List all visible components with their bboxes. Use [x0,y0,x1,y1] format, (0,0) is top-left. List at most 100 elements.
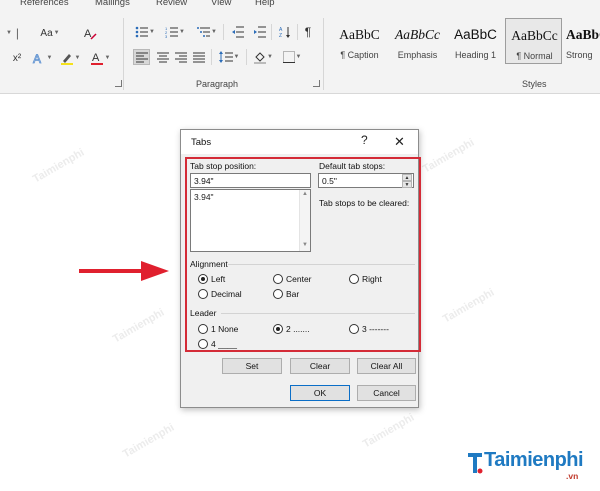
default-tab-stops-input[interactable]: 0.5" [318,173,414,188]
radio-decimal[interactable] [198,289,208,299]
sort-button[interactable]: AZ [277,24,293,40]
radio-bar[interactable] [273,289,283,299]
superscript-label: x² [12,52,22,64]
align-center-button[interactable] [154,49,171,65]
radio-leader-dots[interactable] [273,324,283,334]
scroll-down-icon[interactable]: ▼ [302,242,308,248]
radio-leader-underline[interactable] [198,339,208,349]
paragraph-group-label: Paragraph [196,79,239,89]
dialog-title: Tabs [191,137,212,148]
default-tab-stops-value: 0.5" [322,176,337,186]
radio-left[interactable] [198,274,208,284]
set-button[interactable]: Set [222,358,282,374]
style-sample: AaBbC [454,27,497,42]
radio-bar-label[interactable]: Bar [286,289,299,299]
spin-down-icon[interactable]: ▼ [402,181,412,188]
chevron-down-icon: ▼ [53,30,60,36]
radio-right-label[interactable]: Right [362,274,382,284]
default-tab-stops-label: Default tab stops: [319,161,386,171]
show-formatting-marks-button[interactable]: ¶ [302,24,314,40]
radio-leader-none[interactable] [198,324,208,334]
cancel-button[interactable]: Cancel [357,385,416,401]
taimienphi-logo: Taimienphi .vn [464,445,600,485]
radio-leader-dashes-label[interactable]: 3 ------- [362,324,389,334]
align-right-button[interactable] [172,49,189,65]
watermark: Taimienphi [360,411,417,451]
tab-view[interactable]: View [211,0,231,8]
chevron-down-icon: ▼ [179,29,185,35]
radio-leader-underline-label[interactable]: 4 ____ [211,339,237,349]
tab-stop-position-label: Tab stop position: [190,161,257,171]
clear-formatting-button[interactable]: A [81,25,99,41]
logo-mark-icon [468,453,483,474]
radio-center-label[interactable]: Center [286,274,312,284]
multilevel-list-button[interactable]: ▼ [195,24,219,40]
increase-indent-button[interactable] [251,24,267,40]
highlight-color-button[interactable]: ▼ [58,50,82,66]
font-dialog-launcher-icon[interactable] [115,80,122,87]
radio-right[interactable] [349,274,359,284]
style-caption[interactable]: AaBbC ¶ Caption [331,18,388,64]
close-icon[interactable]: ✕ [394,134,405,150]
scroll-up-icon[interactable]: ▲ [302,191,308,197]
alignment-label: Alignment [190,259,228,269]
radio-center[interactable] [273,274,283,284]
list-item[interactable]: 3.94" [194,192,214,202]
chevron-down-icon: ▼ [233,54,240,60]
divider [271,24,272,40]
watermark: Taimienphi [120,421,177,461]
font-color-icon: A [90,52,103,65]
justify-icon [192,52,205,62]
tab-stop-position-input[interactable]: 3.94" [190,173,311,188]
style-name: ¶ Caption [340,50,379,60]
default-tab-stops-spinner[interactable]: ▲ ▼ [402,174,412,188]
text-effects-button[interactable]: A ▼ [31,50,53,66]
help-icon[interactable]: ? [361,133,368,147]
radio-leader-none-label[interactable]: 1 None [211,324,238,334]
tab-review[interactable]: Review [156,0,187,8]
clear-all-button[interactable]: Clear All [357,358,416,374]
change-case-button[interactable]: Aa ▼ [38,25,62,41]
decrease-indent-button[interactable] [229,24,245,40]
style-heading-1[interactable]: AaBbC Heading 1 [447,18,504,64]
align-left-button[interactable] [133,49,150,65]
radio-leader-dashes[interactable] [349,324,359,334]
tab-mailings[interactable]: Mailings [95,0,130,8]
shading-button[interactable]: ▼ [251,49,275,65]
style-emphasis[interactable]: AaBbCc Emphasis [389,18,446,64]
text-effects-icon: A [32,52,41,65]
svg-text:Z: Z [279,33,282,38]
chevron-down-icon: ▼ [267,54,273,60]
ok-button[interactable]: OK [290,385,350,401]
divider [223,24,224,40]
spin-up-icon[interactable]: ▲ [402,174,412,181]
borders-button[interactable]: ▼ [280,49,304,65]
borders-icon [282,51,295,63]
line-spacing-icon [218,51,233,63]
highlighter-icon [60,54,73,65]
font-size-dropdown[interactable]: ▼ | [2,25,22,41]
line-spacing-button[interactable]: ▼ [216,49,242,65]
superscript-button[interactable]: x² [8,50,26,66]
svg-text:A: A [33,52,41,65]
styles-group-label: Styles [522,79,547,89]
radio-decimal-label[interactable]: Decimal [211,289,242,299]
tab-stop-list[interactable]: 3.94" ▲ ▼ [190,189,311,252]
pilcrow-icon: ¶ [304,25,312,39]
tab-help[interactable]: Help [255,0,275,8]
clear-button[interactable]: Clear [290,358,350,374]
font-color-button[interactable]: A ▼ [88,50,112,66]
radio-left-label[interactable]: Left [211,274,225,284]
radio-leader-dots-label[interactable]: 2 ....... [286,324,310,334]
chevron-down-icon: ▼ [104,55,111,61]
divider [228,264,415,265]
numbering-button[interactable]: 123 ▼ [163,24,187,40]
style-strong[interactable]: AaBbC Strong [563,18,600,64]
justify-button[interactable] [190,49,207,65]
tab-references[interactable]: References [20,0,69,8]
scrollbar[interactable]: ▲ ▼ [299,190,310,251]
bullets-button[interactable]: ▼ [133,24,157,40]
chevron-down-icon: ▼ [211,29,217,35]
paragraph-dialog-launcher-icon[interactable] [313,80,320,87]
style-normal[interactable]: AaBbCc ¶ Normal [505,18,562,64]
